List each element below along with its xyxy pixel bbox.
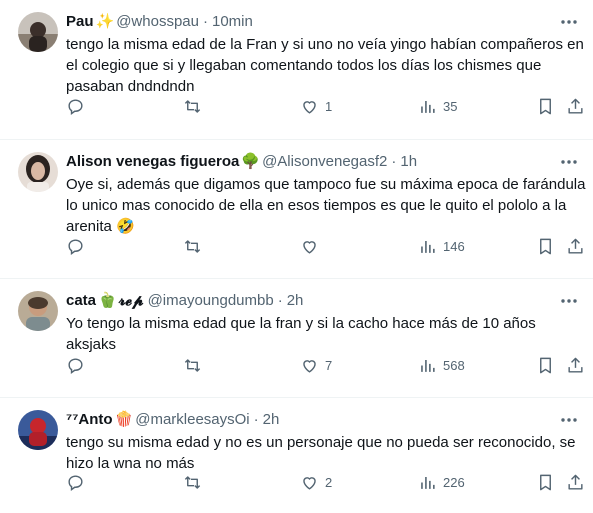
timestamp[interactable]: 2h [263, 410, 280, 430]
name-suffix: 𝓻𝓮𝓹 [118, 292, 144, 309]
view-count: 226 [443, 474, 465, 490]
share-icon [568, 238, 583, 254]
views-icon [421, 476, 435, 489]
share-icon [568, 98, 583, 114]
reply-icon [68, 357, 83, 374]
author-handle[interactable]: @markleesaysOi [135, 410, 249, 430]
name-emoji: 🍿 [114, 411, 134, 428]
bookmark-button[interactable] [536, 355, 555, 375]
tweet-text: tengo su misma edad y no es un personaje… [66, 434, 580, 472]
retweet-button[interactable] [183, 96, 202, 116]
reply-button[interactable] [66, 355, 85, 375]
timestamp[interactable]: 2h [287, 291, 304, 311]
name-emoji: ✨ [95, 13, 115, 30]
like-button[interactable]: 2 [300, 472, 332, 492]
tweet[interactable]: Alison venegas figueroa 🌳 @Alisonvenegas… [0, 140, 593, 279]
more-options-icon[interactable] [559, 410, 579, 430]
timestamp[interactable]: 10min [212, 12, 253, 32]
bookmark-button[interactable] [536, 96, 555, 116]
tweet-text: tengo la misma edad de la Fran y si uno … [66, 36, 588, 95]
like-count: 2 [325, 474, 333, 490]
like-count: 1 [325, 98, 333, 114]
bookmark-icon [540, 474, 551, 490]
share-button[interactable] [566, 96, 585, 116]
tweet-text: Yo tengo la misma edad que la fran y si … [66, 315, 540, 353]
separator-dot: · [202, 13, 208, 30]
retweet-icon [184, 358, 201, 372]
share-button[interactable] [566, 472, 585, 492]
like-count: 7 [325, 357, 333, 373]
avatar[interactable] [18, 152, 58, 192]
avatar[interactable] [18, 291, 58, 331]
author-handle[interactable]: @whosspau [116, 12, 199, 32]
more-options-icon[interactable] [559, 12, 579, 32]
author-name[interactable]: Pau [66, 12, 94, 32]
author-name[interactable]: ⁷⁷Anto [66, 410, 113, 430]
author-handle[interactable]: @imayoungdumbb [148, 291, 274, 311]
view-count: 568 [443, 357, 465, 373]
reply-button[interactable] [66, 472, 85, 492]
reply-feed: Pau ✨ @whosspau · 10min tengo la misma e… [0, 0, 593, 513]
bookmark-icon [540, 238, 551, 254]
timestamp[interactable]: 1h [400, 152, 417, 172]
retweet-icon [184, 475, 201, 489]
more-options-icon[interactable] [559, 291, 579, 311]
separator-dot: · [277, 292, 283, 309]
views-icon [421, 240, 435, 253]
author-name[interactable]: Alison venegas figueroa [66, 152, 239, 172]
separator-dot: · [253, 411, 259, 428]
like-button[interactable]: 1 [300, 96, 332, 116]
separator-dot: · [391, 153, 397, 170]
more-options-icon[interactable] [559, 152, 579, 172]
reply-icon [68, 474, 83, 491]
heart-icon [303, 100, 316, 114]
name-emoji: 🌳 [241, 153, 261, 170]
author-name[interactable]: cata [66, 291, 96, 311]
view-count: 35 [443, 98, 458, 114]
share-icon [568, 357, 583, 373]
retweet-icon [184, 239, 201, 253]
tweet[interactable]: Pau ✨ @whosspau · 10min tengo la misma e… [0, 0, 593, 140]
like-button[interactable]: 7 [300, 355, 332, 375]
views-button[interactable]: 146 [418, 236, 465, 256]
share-button[interactable] [566, 236, 585, 256]
views-button[interactable]: 568 [418, 355, 465, 375]
reply-button[interactable] [66, 236, 85, 256]
reply-icon [68, 98, 83, 115]
tweet[interactable]: ⁷⁷Anto 🍿 @markleesaysOi · 2h tengo su mi… [0, 398, 593, 513]
bookmark-button[interactable] [536, 472, 555, 492]
avatar[interactable] [18, 410, 58, 450]
bookmark-button[interactable] [536, 236, 555, 256]
views-icon [421, 359, 435, 372]
view-count: 146 [443, 238, 465, 254]
tweet-text: Oye si, además que digamos que tampoco f… [66, 176, 590, 235]
views-button[interactable]: 226 [418, 472, 465, 492]
like-button[interactable] [300, 236, 325, 256]
views-icon [421, 100, 435, 113]
retweet-icon [184, 99, 201, 113]
bookmark-icon [540, 98, 551, 114]
share-button[interactable] [566, 355, 585, 375]
tweet[interactable]: cata 🫑 𝓻𝓮𝓹 @imayoungdumbb · 2h Yo tengo … [0, 279, 593, 398]
heart-icon [303, 240, 316, 254]
retweet-button[interactable] [183, 236, 202, 256]
heart-icon [303, 359, 316, 373]
heart-icon [303, 476, 316, 490]
views-button[interactable]: 35 [418, 96, 457, 116]
bookmark-icon [540, 357, 551, 373]
reply-button[interactable] [66, 96, 85, 116]
name-emoji: 🫑 [98, 292, 117, 309]
author-handle[interactable]: @Alisonvenegasf2 [262, 152, 387, 172]
retweet-button[interactable] [183, 472, 202, 492]
share-icon [568, 474, 583, 490]
retweet-button[interactable] [183, 355, 202, 375]
avatar[interactable] [18, 12, 58, 52]
reply-icon [68, 238, 83, 255]
